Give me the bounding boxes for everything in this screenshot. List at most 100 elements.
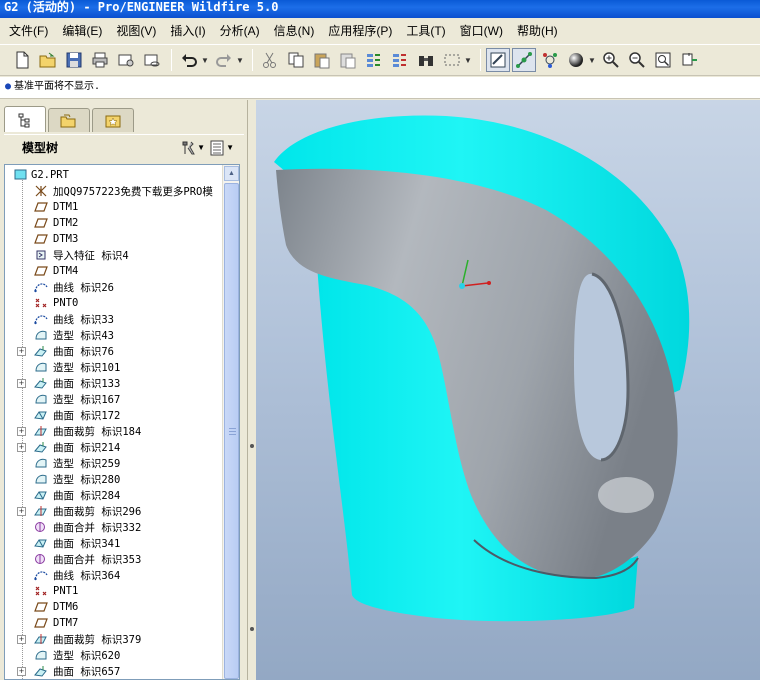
tree-item[interactable]: 曲线 标识33 xyxy=(5,311,223,327)
send-email-button[interactable] xyxy=(114,48,138,72)
tree-item[interactable]: PNT0 xyxy=(5,295,223,311)
paste-button[interactable] xyxy=(310,48,334,72)
tree-show-icon[interactable] xyxy=(209,140,225,156)
reorient-icon xyxy=(682,53,697,66)
tree-item[interactable]: DTM3 xyxy=(5,231,223,247)
tree-item[interactable]: DTM7 xyxy=(5,615,223,631)
reorient-button[interactable] xyxy=(677,48,701,72)
save-button[interactable] xyxy=(62,48,86,72)
tree-item[interactable]: + 曲面裁剪 标识379 xyxy=(5,631,223,647)
tree-item[interactable]: 导入特征 标识4 xyxy=(5,247,223,263)
menu-help[interactable]: 帮助(H) xyxy=(510,18,565,44)
tree-item[interactable]: + 曲面 标识214 xyxy=(5,439,223,455)
tree-item[interactable]: 造型 标识280 xyxy=(5,471,223,487)
expand-toggle-icon[interactable]: + xyxy=(17,378,26,388)
tree-item[interactable]: 造型 标识43 xyxy=(5,327,223,343)
tree-item[interactable]: + 曲面裁剪 标识296 xyxy=(5,503,223,519)
menu-edit[interactable]: 编辑(E) xyxy=(55,18,109,44)
graphics-window[interactable] xyxy=(256,100,760,680)
cut-button[interactable] xyxy=(258,48,282,72)
expand-toggle-icon[interactable]: + xyxy=(17,346,26,356)
expand-toggle-icon[interactable]: + xyxy=(17,442,26,452)
zoom-out-button[interactable] xyxy=(625,48,649,72)
tree-item[interactable]: DTM4 xyxy=(5,263,223,279)
tree-item[interactable]: PNT1 xyxy=(5,583,223,599)
send-link-button[interactable] xyxy=(140,48,164,72)
expand-toggle-icon[interactable]: + xyxy=(17,634,26,644)
select-box-button[interactable] xyxy=(440,48,464,72)
tab-model-tree[interactable] xyxy=(4,106,46,132)
tab-favorites[interactable] xyxy=(92,108,134,132)
regenerate-button[interactable] xyxy=(362,48,386,72)
tree-item[interactable]: 曲线 标识364 xyxy=(5,567,223,583)
menu-window[interactable]: 窗口(W) xyxy=(453,18,510,44)
print-button[interactable] xyxy=(88,48,112,72)
tree-item[interactable]: DTM1 xyxy=(5,199,223,215)
display-style-dropdown[interactable]: ▼ xyxy=(588,56,596,65)
tree-item[interactable]: 造型 标识620 xyxy=(5,647,223,663)
tree-item[interactable]: 加QQ9757223免费下载更多PRO模 xyxy=(5,183,223,199)
tree-item[interactable]: 曲面合并 标识332 xyxy=(5,519,223,535)
orient-mode-button[interactable] xyxy=(538,48,562,72)
tree-item-label: 曲面 标识172 xyxy=(53,409,121,422)
redo-dropdown[interactable]: ▼ xyxy=(236,56,244,65)
tree-item[interactable]: 曲面 标识284 xyxy=(5,487,223,503)
tree-item[interactable]: 造型 标识101 xyxy=(5,359,223,375)
tree-item[interactable]: + 曲面裁剪 标识184 xyxy=(5,423,223,439)
zoom-in-button[interactable] xyxy=(599,48,623,72)
tree-item[interactable]: 曲面 标识341 xyxy=(5,535,223,551)
tree-settings-icon[interactable] xyxy=(180,140,196,156)
tree-item[interactable]: DTM6 xyxy=(5,599,223,615)
splitter-grip[interactable] xyxy=(250,444,254,448)
expand-toggle-icon[interactable]: + xyxy=(17,666,26,676)
tree-item[interactable]: + 曲面 标识657 xyxy=(5,663,223,679)
copy-button[interactable] xyxy=(284,48,308,72)
scroll-thumb[interactable] xyxy=(224,183,239,679)
refit-button[interactable] xyxy=(651,48,675,72)
scroll-up-arrow[interactable]: ▲ xyxy=(224,166,239,181)
expand-toggle-icon[interactable]: + xyxy=(17,506,26,516)
menu-insert[interactable]: 插入(I) xyxy=(163,18,212,44)
csys-icon xyxy=(33,184,49,198)
paste-special-button[interactable] xyxy=(336,48,360,72)
tree-root-item[interactable]: G2.PRT xyxy=(5,167,223,183)
regen-manager-icon xyxy=(393,54,406,67)
expand-toggle-icon[interactable]: + xyxy=(17,426,26,436)
copy-icon xyxy=(288,52,304,68)
tree-item[interactable]: DTM2 xyxy=(5,215,223,231)
spin-center-button[interactable] xyxy=(512,48,536,72)
tree-item[interactable]: 曲面 标识172 xyxy=(5,407,223,423)
menu-info[interactable]: 信息(N) xyxy=(267,18,322,44)
menu-tools[interactable]: 工具(T) xyxy=(399,18,452,44)
tab-folder-browser[interactable] xyxy=(48,108,90,132)
menu-analysis[interactable]: 分析(A) xyxy=(213,18,267,44)
panel-splitter[interactable] xyxy=(248,100,256,680)
regen-manager-button[interactable] xyxy=(388,48,412,72)
splitter-grip[interactable] xyxy=(250,627,254,631)
undo-dropdown[interactable]: ▼ xyxy=(201,56,209,65)
repaint-button[interactable] xyxy=(486,48,510,72)
tree-item[interactable]: 造型 标识259 xyxy=(5,455,223,471)
menu-file[interactable]: 文件(F) xyxy=(2,18,55,44)
tree-item[interactable]: + 曲面 标识76 xyxy=(5,343,223,359)
tree-item[interactable]: 曲面合并 标识353 xyxy=(5,551,223,567)
kettle-model[interactable] xyxy=(256,100,760,680)
favorites-icon xyxy=(105,115,121,127)
menu-view[interactable]: 视图(V) xyxy=(109,18,163,44)
tree-show-dropdown-icon[interactable]: ▼ xyxy=(226,143,234,152)
open-button[interactable] xyxy=(36,48,60,72)
redo-button[interactable] xyxy=(212,48,236,72)
tree-settings-dropdown-icon[interactable]: ▼ xyxy=(197,143,205,152)
menu-applications[interactable]: 应用程序(P) xyxy=(321,18,399,44)
tree-scrollbar[interactable]: ▲ xyxy=(222,165,239,679)
tree-item[interactable]: + 曲面 标识133 xyxy=(5,375,223,391)
new-file-button[interactable] xyxy=(10,48,34,72)
select-dropdown[interactable]: ▼ xyxy=(464,56,472,65)
display-style-button[interactable] xyxy=(564,48,588,72)
scroll-grip xyxy=(229,434,236,435)
undo-button[interactable] xyxy=(177,48,201,72)
tree-item[interactable]: 造型 标识167 xyxy=(5,391,223,407)
tree-item[interactable]: 曲线 标识26 xyxy=(5,279,223,295)
curve-icon xyxy=(33,568,49,582)
find-button[interactable] xyxy=(414,48,438,72)
